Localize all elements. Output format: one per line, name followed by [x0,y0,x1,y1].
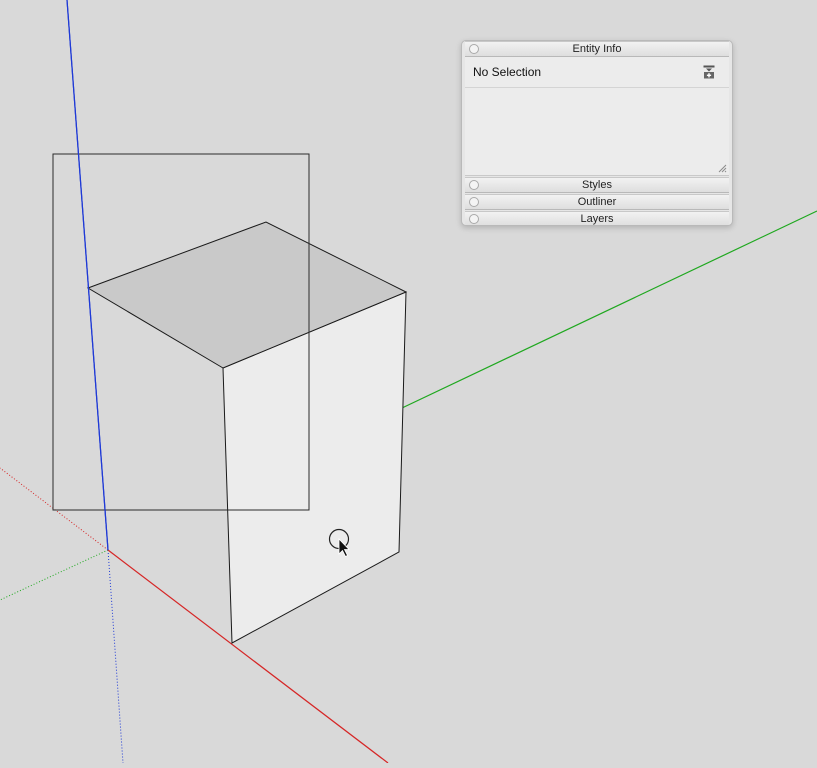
collapse-dot-icon[interactable] [469,214,479,224]
styles-header[interactable]: Styles [465,177,729,193]
selection-row: No Selection [465,57,729,88]
entity-info-header[interactable]: Entity Info [465,41,729,57]
collapse-dot-icon[interactable] [469,197,479,207]
resize-grip-icon[interactable] [718,164,727,173]
layers-header[interactable]: Layers [465,211,729,225]
green-axis [401,210,817,409]
entity-info-body: No Selection [465,57,729,176]
expand-details-icon[interactable] [703,65,715,79]
selection-text: No Selection [473,65,542,79]
red-axis-negative [0,467,109,551]
entity-info-title: Entity Info [572,43,622,55]
outliner-header[interactable]: Outliner [465,194,729,210]
outliner-title: Outliner [577,196,617,208]
layers-title: Layers [580,213,614,225]
default-tray: Entity Info No Selection Styles Outliner… [461,40,733,226]
styles-title: Styles [582,179,612,191]
blue-axis-negative [107,549,124,764]
collapse-dot-icon[interactable] [469,44,479,54]
green-axis-negative [0,549,109,601]
collapse-dot-icon[interactable] [469,180,479,190]
blue-axis-overlay [66,0,109,551]
